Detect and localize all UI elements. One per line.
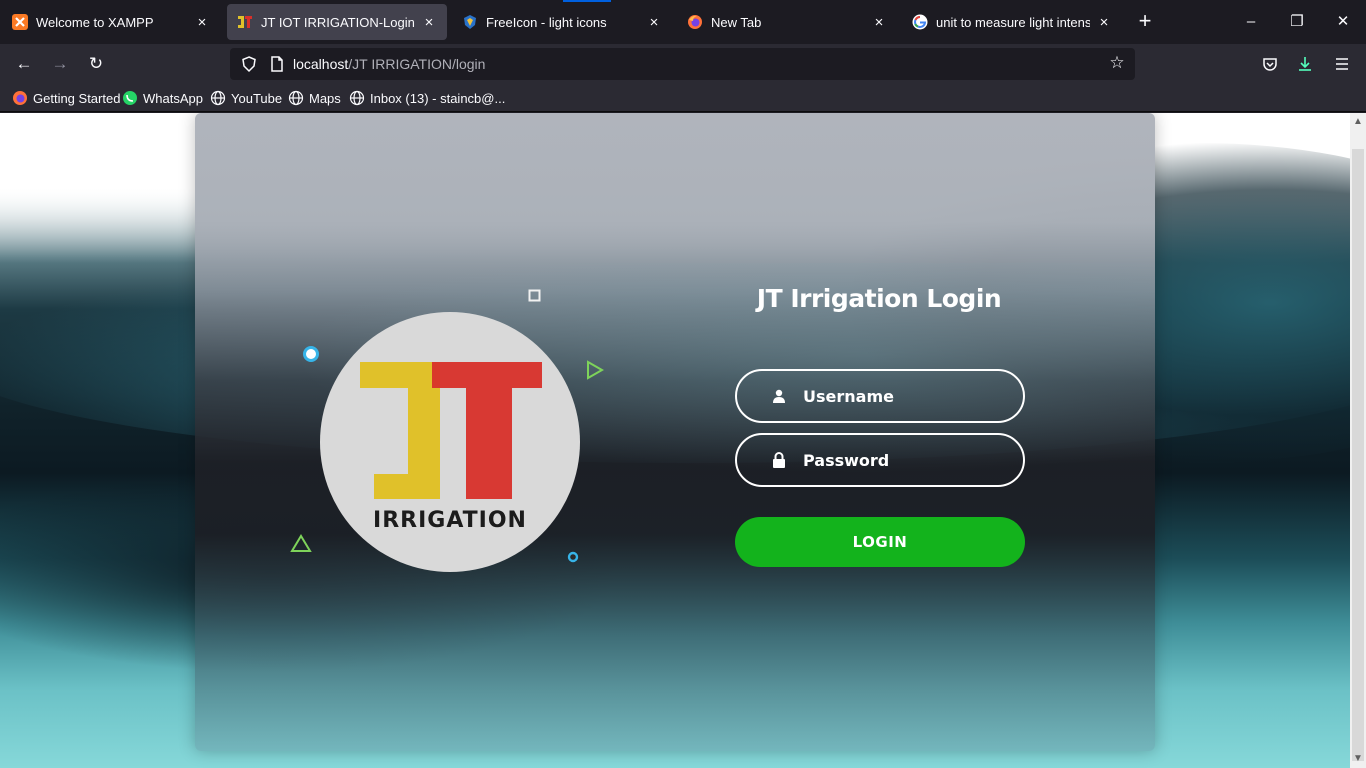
bookmark-youtube[interactable]: YouTube xyxy=(210,89,282,107)
jt-letters-icon xyxy=(360,362,542,499)
scroll-up-icon[interactable]: ▲ xyxy=(1353,116,1363,127)
tab-xampp[interactable]: Welcome to XAMPP × xyxy=(2,4,220,40)
back-button[interactable]: ← xyxy=(10,50,38,78)
lock-icon xyxy=(771,452,787,468)
new-tab-button[interactable]: + xyxy=(1134,10,1156,34)
user-icon xyxy=(771,388,787,404)
close-icon[interactable]: × xyxy=(194,14,210,31)
bookmark-maps[interactable]: Maps xyxy=(288,89,341,107)
triangle-shape-icon xyxy=(290,534,312,552)
scroll-down-icon[interactable]: ▼ xyxy=(1353,753,1363,764)
minimize-button[interactable]: – xyxy=(1228,8,1274,36)
whatsapp-icon xyxy=(122,90,138,106)
page-title: JT Irrigation Login xyxy=(756,284,1002,313)
bookmark-star-icon[interactable]: ☆ xyxy=(1107,53,1127,73)
navigation-toolbar: ← → ↻ localhost/JT IRRIGATION/login ☆ xyxy=(0,44,1366,84)
url-host: localhost xyxy=(293,56,349,72)
page-scrollbar[interactable]: ▲ ▼ xyxy=(1350,113,1366,768)
google-icon xyxy=(912,14,928,30)
bookmark-inbox[interactable]: Inbox (13) - staincb@... xyxy=(349,89,505,107)
username-input[interactable] xyxy=(803,386,1003,406)
firefox-icon xyxy=(687,14,703,30)
tab-title: JT IOT IRRIGATION-Login xyxy=(261,14,415,30)
bookmark-label: YouTube xyxy=(231,90,283,106)
triangle-shape-icon xyxy=(587,360,605,380)
forward-button[interactable]: → xyxy=(46,50,74,78)
tab-title: unit to measure light intensity - xyxy=(936,14,1090,30)
menu-icon[interactable] xyxy=(1328,50,1356,78)
tab-freeicon[interactable]: FreeIcon - light icons × xyxy=(452,4,672,40)
reload-button[interactable]: ↻ xyxy=(82,50,110,78)
circle-shape-icon xyxy=(567,551,579,563)
bookmark-label: WhatsApp xyxy=(143,90,203,106)
window-close-button[interactable]: ✕ xyxy=(1320,8,1366,36)
shield-icon[interactable] xyxy=(240,55,258,73)
close-icon[interactable]: × xyxy=(871,14,887,31)
close-icon[interactable]: × xyxy=(421,14,437,31)
xampp-icon xyxy=(12,14,28,30)
login-button[interactable]: LOGIN xyxy=(735,517,1025,567)
globe-icon xyxy=(349,90,365,106)
bookmark-whatsapp[interactable]: WhatsApp xyxy=(122,89,203,107)
square-shape-icon xyxy=(528,289,541,302)
password-field[interactable] xyxy=(735,433,1025,487)
bookmark-label: Maps xyxy=(309,90,341,106)
circle-shape-icon xyxy=(303,346,319,362)
tab-title: Welcome to XAMPP xyxy=(36,14,154,30)
tab-bar: Welcome to XAMPP × JT IOT IRRIGATION-Log… xyxy=(0,0,1366,44)
firefox-icon xyxy=(12,90,28,106)
tab-google-search[interactable]: unit to measure light intensity - × xyxy=(902,4,1122,40)
globe-icon xyxy=(288,90,304,106)
url-text[interactable]: localhost/JT IRRIGATION/login xyxy=(293,56,485,72)
tab-title: FreeIcon - light icons xyxy=(486,14,607,30)
pocket-icon[interactable] xyxy=(1256,50,1284,78)
jt-irrigation-logo: IRRIGATION xyxy=(320,312,580,572)
tab-new-tab[interactable]: New Tab × xyxy=(677,4,897,40)
close-icon[interactable]: × xyxy=(1096,14,1112,31)
bookmarks-toolbar: Getting Started WhatsApp YouTube Maps In… xyxy=(0,84,1366,112)
restore-button[interactable]: ❐ xyxy=(1274,8,1320,36)
url-path: /JT IRRIGATION/login xyxy=(348,56,486,72)
tab-jt-login[interactable]: JT IOT IRRIGATION-Login × xyxy=(227,4,447,40)
bookmark-label: Inbox (13) - staincb@... xyxy=(370,90,506,106)
logo-text: IRRIGATION xyxy=(373,508,527,533)
bookmark-label: Getting Started xyxy=(33,90,121,106)
scrollbar-thumb[interactable] xyxy=(1352,149,1364,761)
jt-logo-icon xyxy=(237,14,253,30)
username-field[interactable] xyxy=(735,369,1025,423)
login-card: IRRIGATION JT Irrigation Login LOGIN xyxy=(195,113,1155,751)
close-icon[interactable]: × xyxy=(646,14,662,31)
tab-indicator xyxy=(563,0,611,2)
globe-icon xyxy=(210,90,226,106)
bookmark-getting-started[interactable]: Getting Started xyxy=(12,89,120,107)
freeicon-icon xyxy=(462,14,478,30)
page-viewport: IRRIGATION JT Irrigation Login LOGIN xyxy=(0,113,1350,768)
page-icon[interactable] xyxy=(268,55,286,73)
tab-title: New Tab xyxy=(711,14,762,30)
downloads-icon[interactable] xyxy=(1291,50,1319,78)
address-bar[interactable]: localhost/JT IRRIGATION/login ☆ xyxy=(230,48,1135,80)
password-input[interactable] xyxy=(803,450,1003,470)
